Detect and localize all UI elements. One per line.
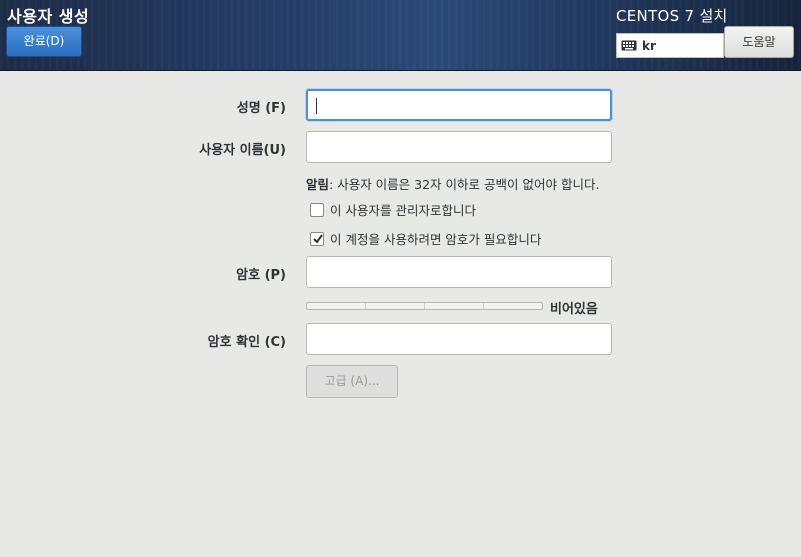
admin-checkbox[interactable] [310,202,324,217]
spoke-title: 사용자 생성 [7,7,90,26]
username-note: 알림: 사용자 이름은 32자 이하로 공백이 없어야 합니다. [306,174,599,193]
admin-checkbox-row[interactable]: 이 사용자를 관리자로합니다 [310,200,476,219]
require-password-checkbox[interactable] [310,231,324,246]
password-strength-bar [306,302,543,310]
keyboard-layout-label: kr [642,38,656,53]
note-prefix: 알림 [306,177,330,192]
confirm-password-field[interactable] [306,323,612,355]
strength-segment [307,303,366,309]
checkmark-icon [313,233,323,244]
admin-checkbox-label: 이 사용자를 관리자로합니다 [330,203,476,218]
full-name-field[interactable] [306,89,612,121]
password-label: 암호 (P) [236,268,286,283]
done-button[interactable]: 완료(D) [6,26,82,57]
strength-segment [366,303,425,309]
product-title: CENTOS 7 설치 [616,7,728,25]
require-password-checkbox-row[interactable]: 이 계정을 사용하려면 암호가 필요합니다 [310,229,541,248]
advanced-button[interactable]: 고급 (A)... [306,365,398,398]
keyboard-layout-indicator[interactable]: kr [616,33,724,58]
require-password-checkbox-label: 이 계정을 사용하려면 암호가 필요합니다 [330,232,542,247]
full-name-label: 성명 (F) [236,101,286,116]
text-caret [316,98,317,114]
help-button[interactable]: 도움말 [724,26,794,58]
strength-segment [425,303,484,309]
confirm-password-label: 암호 확인 (C) [207,335,286,350]
note-text: : 사용자 이름은 32자 이하로 공백이 없어야 합니다. [329,177,600,192]
password-field[interactable] [306,256,612,288]
strength-segment [484,303,542,309]
header-bar: 사용자 생성 완료(D) CENTOS 7 설치 kr 도움말 [0,0,801,71]
password-strength-text: 비어있음 [550,302,598,317]
username-field[interactable] [306,131,612,163]
username-label: 사용자 이름(U) [199,143,286,158]
keyboard-icon [621,40,637,51]
